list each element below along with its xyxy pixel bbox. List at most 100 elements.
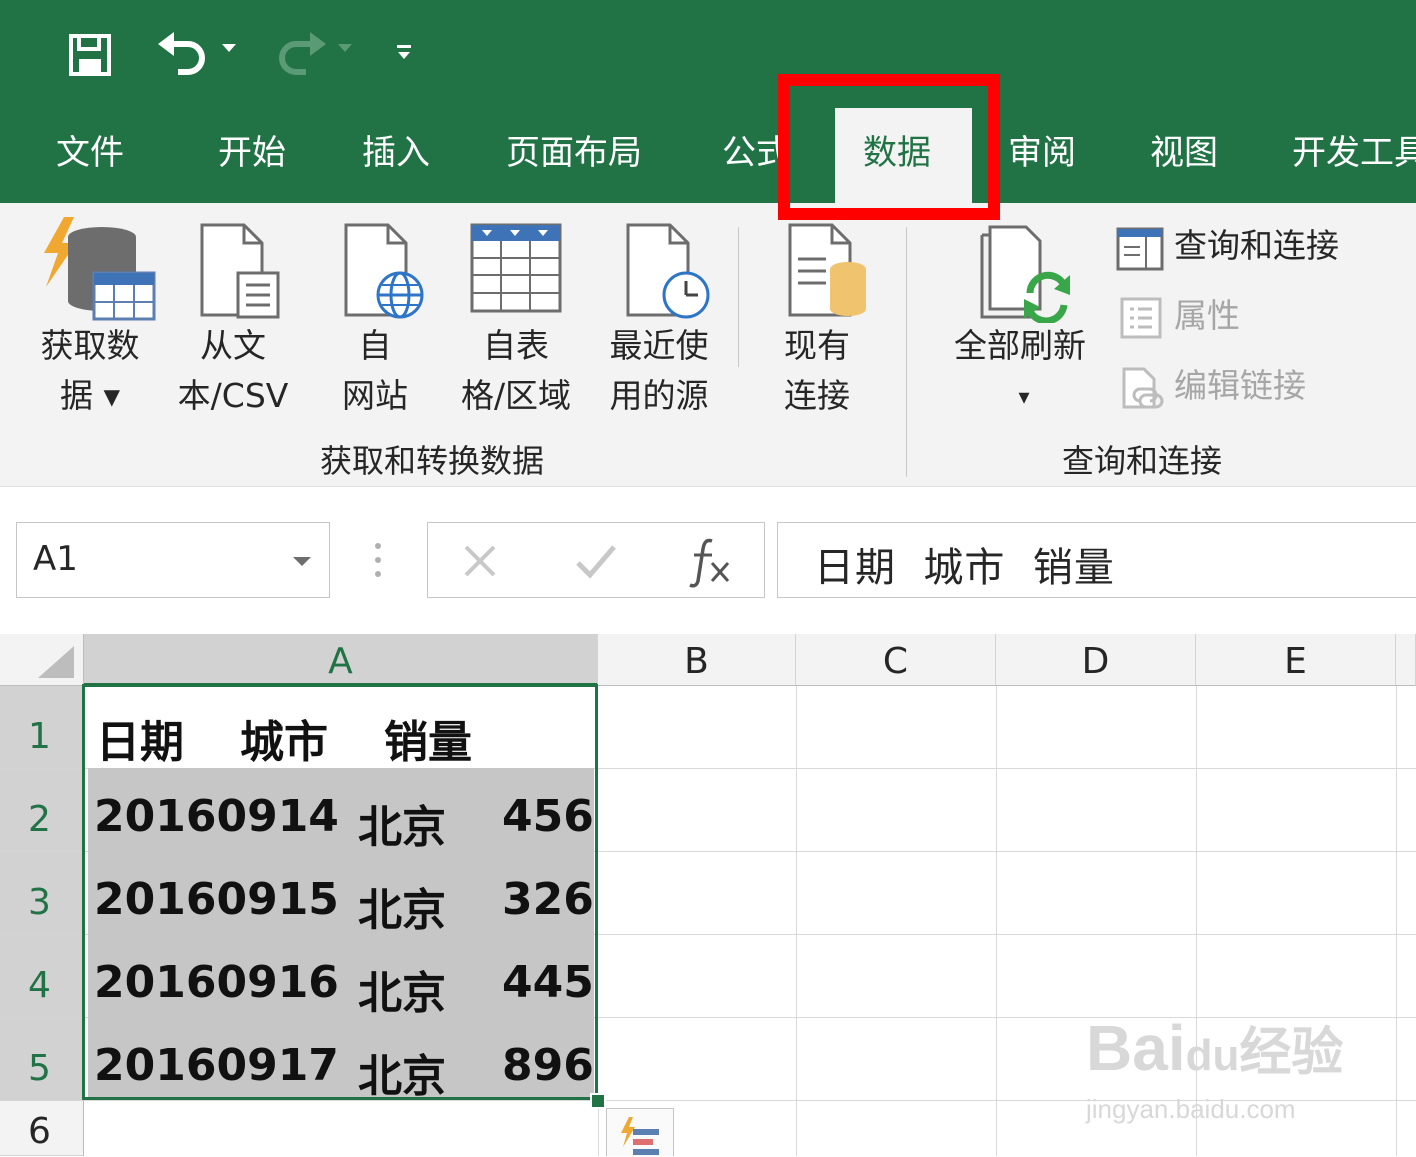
group-label-queries: 查询和连接 <box>1062 442 1223 480</box>
cell-a3-date: 20160915 <box>94 874 339 925</box>
database-icon <box>44 217 156 321</box>
cell-a4[interactable]: 20160916 北京 445 <box>84 935 598 1019</box>
cell-a2-sales: 456 <box>502 791 594 842</box>
cell-a4-city: 北京 <box>358 968 446 1019</box>
cell-a1-date: 日期 <box>96 717 184 768</box>
tab-view[interactable]: 视图 <box>1150 130 1218 176</box>
cell-a1[interactable]: 日期 城市 销量 <box>84 686 598 769</box>
insert-function-icon[interactable] <box>684 533 734 589</box>
cell-a5-date: 20160917 <box>94 1040 339 1091</box>
column-header-b[interactable]: B <box>598 634 796 686</box>
ribbon-data: 获取数 据 ▾ 从文 本/CSV 自 网站 自表 格/区域 最近使 用的源 现有… <box>0 203 1416 486</box>
cell-a3[interactable]: 20160915 北京 326 <box>84 852 598 936</box>
from-text-label-1: 从文 <box>200 326 266 365</box>
row-header-6[interactable]: 6 <box>0 1101 84 1156</box>
refresh-icon <box>980 225 1070 323</box>
customize-toolbar-icon[interactable] <box>396 44 412 60</box>
tab-page-layout[interactable]: 页面布局 <box>506 130 642 176</box>
column-header-d[interactable]: D <box>996 634 1196 686</box>
tab-developer[interactable]: 开发工具 <box>1292 130 1416 176</box>
quick-analysis-icon <box>621 1117 659 1155</box>
column-header-a[interactable]: A <box>84 634 598 686</box>
from-table-label-2: 格/区域 <box>460 376 572 415</box>
formula-bar-grip-icon[interactable] <box>372 542 384 578</box>
tab-home[interactable]: 开始 <box>218 130 286 176</box>
from-web-button[interactable]: 自 网站 <box>320 203 430 433</box>
cell-a2-city: 北京 <box>358 802 446 853</box>
from-table-label-1: 自表 <box>483 326 549 365</box>
edit-links-button[interactable]: 编辑链接 <box>1120 363 1360 413</box>
column-header-e[interactable]: E <box>1196 634 1396 686</box>
name-box-value: A1 <box>33 539 78 579</box>
web-icon <box>344 223 424 319</box>
enter-icon[interactable] <box>574 543 618 581</box>
ribbon-separator <box>738 227 739 367</box>
from-table-button[interactable]: 自表 格/区域 <box>446 203 586 433</box>
edit-links-icon <box>1122 367 1164 409</box>
properties-icon <box>1120 297 1162 339</box>
existing-connections-label-2: 连接 <box>784 376 850 415</box>
cell-a4-sales: 445 <box>502 957 594 1008</box>
recent-sources-label-2: 用的源 <box>609 376 709 415</box>
tab-file[interactable]: 文件 <box>56 130 124 176</box>
gridline <box>796 686 797 1156</box>
quick-analysis-button[interactable] <box>606 1108 674 1156</box>
row-header-1[interactable]: 1 <box>0 686 84 769</box>
row-header-3[interactable]: 3 <box>0 852 84 935</box>
queries-connections-button[interactable]: 查询和连接 <box>1116 223 1376 273</box>
title-bar: 文件 开始 插入 页面布局 公式 数据 审阅 视图 开发工具 <box>0 0 1416 203</box>
cell-a5-city: 北京 <box>358 1051 446 1102</box>
recent-sources-button[interactable]: 最近使 用的源 <box>596 203 722 433</box>
formula-input[interactable]: 日期 城市 销量 <box>777 522 1416 598</box>
queries-pane-icon <box>1116 227 1164 271</box>
from-web-label-2: 网站 <box>342 376 408 415</box>
save-icon[interactable] <box>68 33 112 77</box>
undo-dropdown-icon[interactable] <box>222 44 236 54</box>
group-label-get-transform: 获取和转换数据 <box>320 442 545 480</box>
existing-connections-label-1: 现有 <box>784 326 850 365</box>
properties-button[interactable]: 属性 <box>1120 293 1320 343</box>
edit-links-label: 编辑链接 <box>1174 366 1306 405</box>
existing-connections-icon <box>788 223 866 317</box>
select-all-button[interactable] <box>0 634 84 686</box>
get-data-button[interactable]: 获取数 据 ▾ <box>20 203 160 433</box>
highlight-box <box>778 74 1000 220</box>
name-box[interactable]: A1 <box>16 522 330 598</box>
row-header-2[interactable]: 2 <box>0 769 84 852</box>
tab-review[interactable]: 审阅 <box>1008 130 1076 176</box>
from-text-csv-button[interactable]: 从文 本/CSV <box>166 203 300 433</box>
existing-connections-button[interactable]: 现有 连接 <box>752 203 882 433</box>
tab-insert[interactable]: 插入 <box>362 130 430 176</box>
cell-a2-date: 20160914 <box>94 791 339 842</box>
select-all-icon <box>38 646 74 678</box>
refresh-all-label: 全部刷新 <box>954 326 1086 365</box>
recent-sources-label-1: 最近使 <box>609 326 709 365</box>
table-icon <box>470 223 562 313</box>
redo-dropdown-icon[interactable] <box>338 44 352 54</box>
refresh-all-button[interactable]: 全部刷新 ▾ <box>940 203 1100 423</box>
undo-icon[interactable] <box>156 32 212 78</box>
cancel-icon[interactable] <box>462 543 498 579</box>
column-header-f[interactable] <box>1396 634 1416 686</box>
formula-buttons <box>427 522 765 598</box>
get-data-label-2: 据 ▾ <box>59 376 121 415</box>
queries-connections-label: 查询和连接 <box>1174 226 1339 265</box>
column-header-c[interactable]: C <box>796 634 996 686</box>
formula-text: 日期 城市 销量 <box>814 545 1115 591</box>
cell-a3-sales: 326 <box>502 874 594 925</box>
watermark-cn: 经验 <box>1239 1024 1344 1082</box>
cell-a5[interactable]: 20160917 北京 896 <box>84 1018 598 1102</box>
row-header-5[interactable]: 5 <box>0 1018 84 1101</box>
name-box-dropdown-icon[interactable] <box>293 557 311 567</box>
cell-a5-sales: 896 <box>502 1040 594 1091</box>
properties-label: 属性 <box>1174 296 1240 335</box>
watermark-url: jingyan.baidu.com <box>1086 1094 1296 1124</box>
refresh-dropdown-icon[interactable]: ▾ <box>940 375 1108 421</box>
cell-a4-date: 20160916 <box>94 957 339 1008</box>
cell-a2[interactable]: 20160914 北京 456 <box>84 769 598 853</box>
get-data-label-1: 获取数 <box>40 326 140 365</box>
row-header-4[interactable]: 4 <box>0 935 84 1018</box>
ribbon-group-separator <box>906 227 907 477</box>
redo-icon[interactable] <box>272 32 328 78</box>
watermark-brand: Bai <box>1086 1012 1186 1084</box>
